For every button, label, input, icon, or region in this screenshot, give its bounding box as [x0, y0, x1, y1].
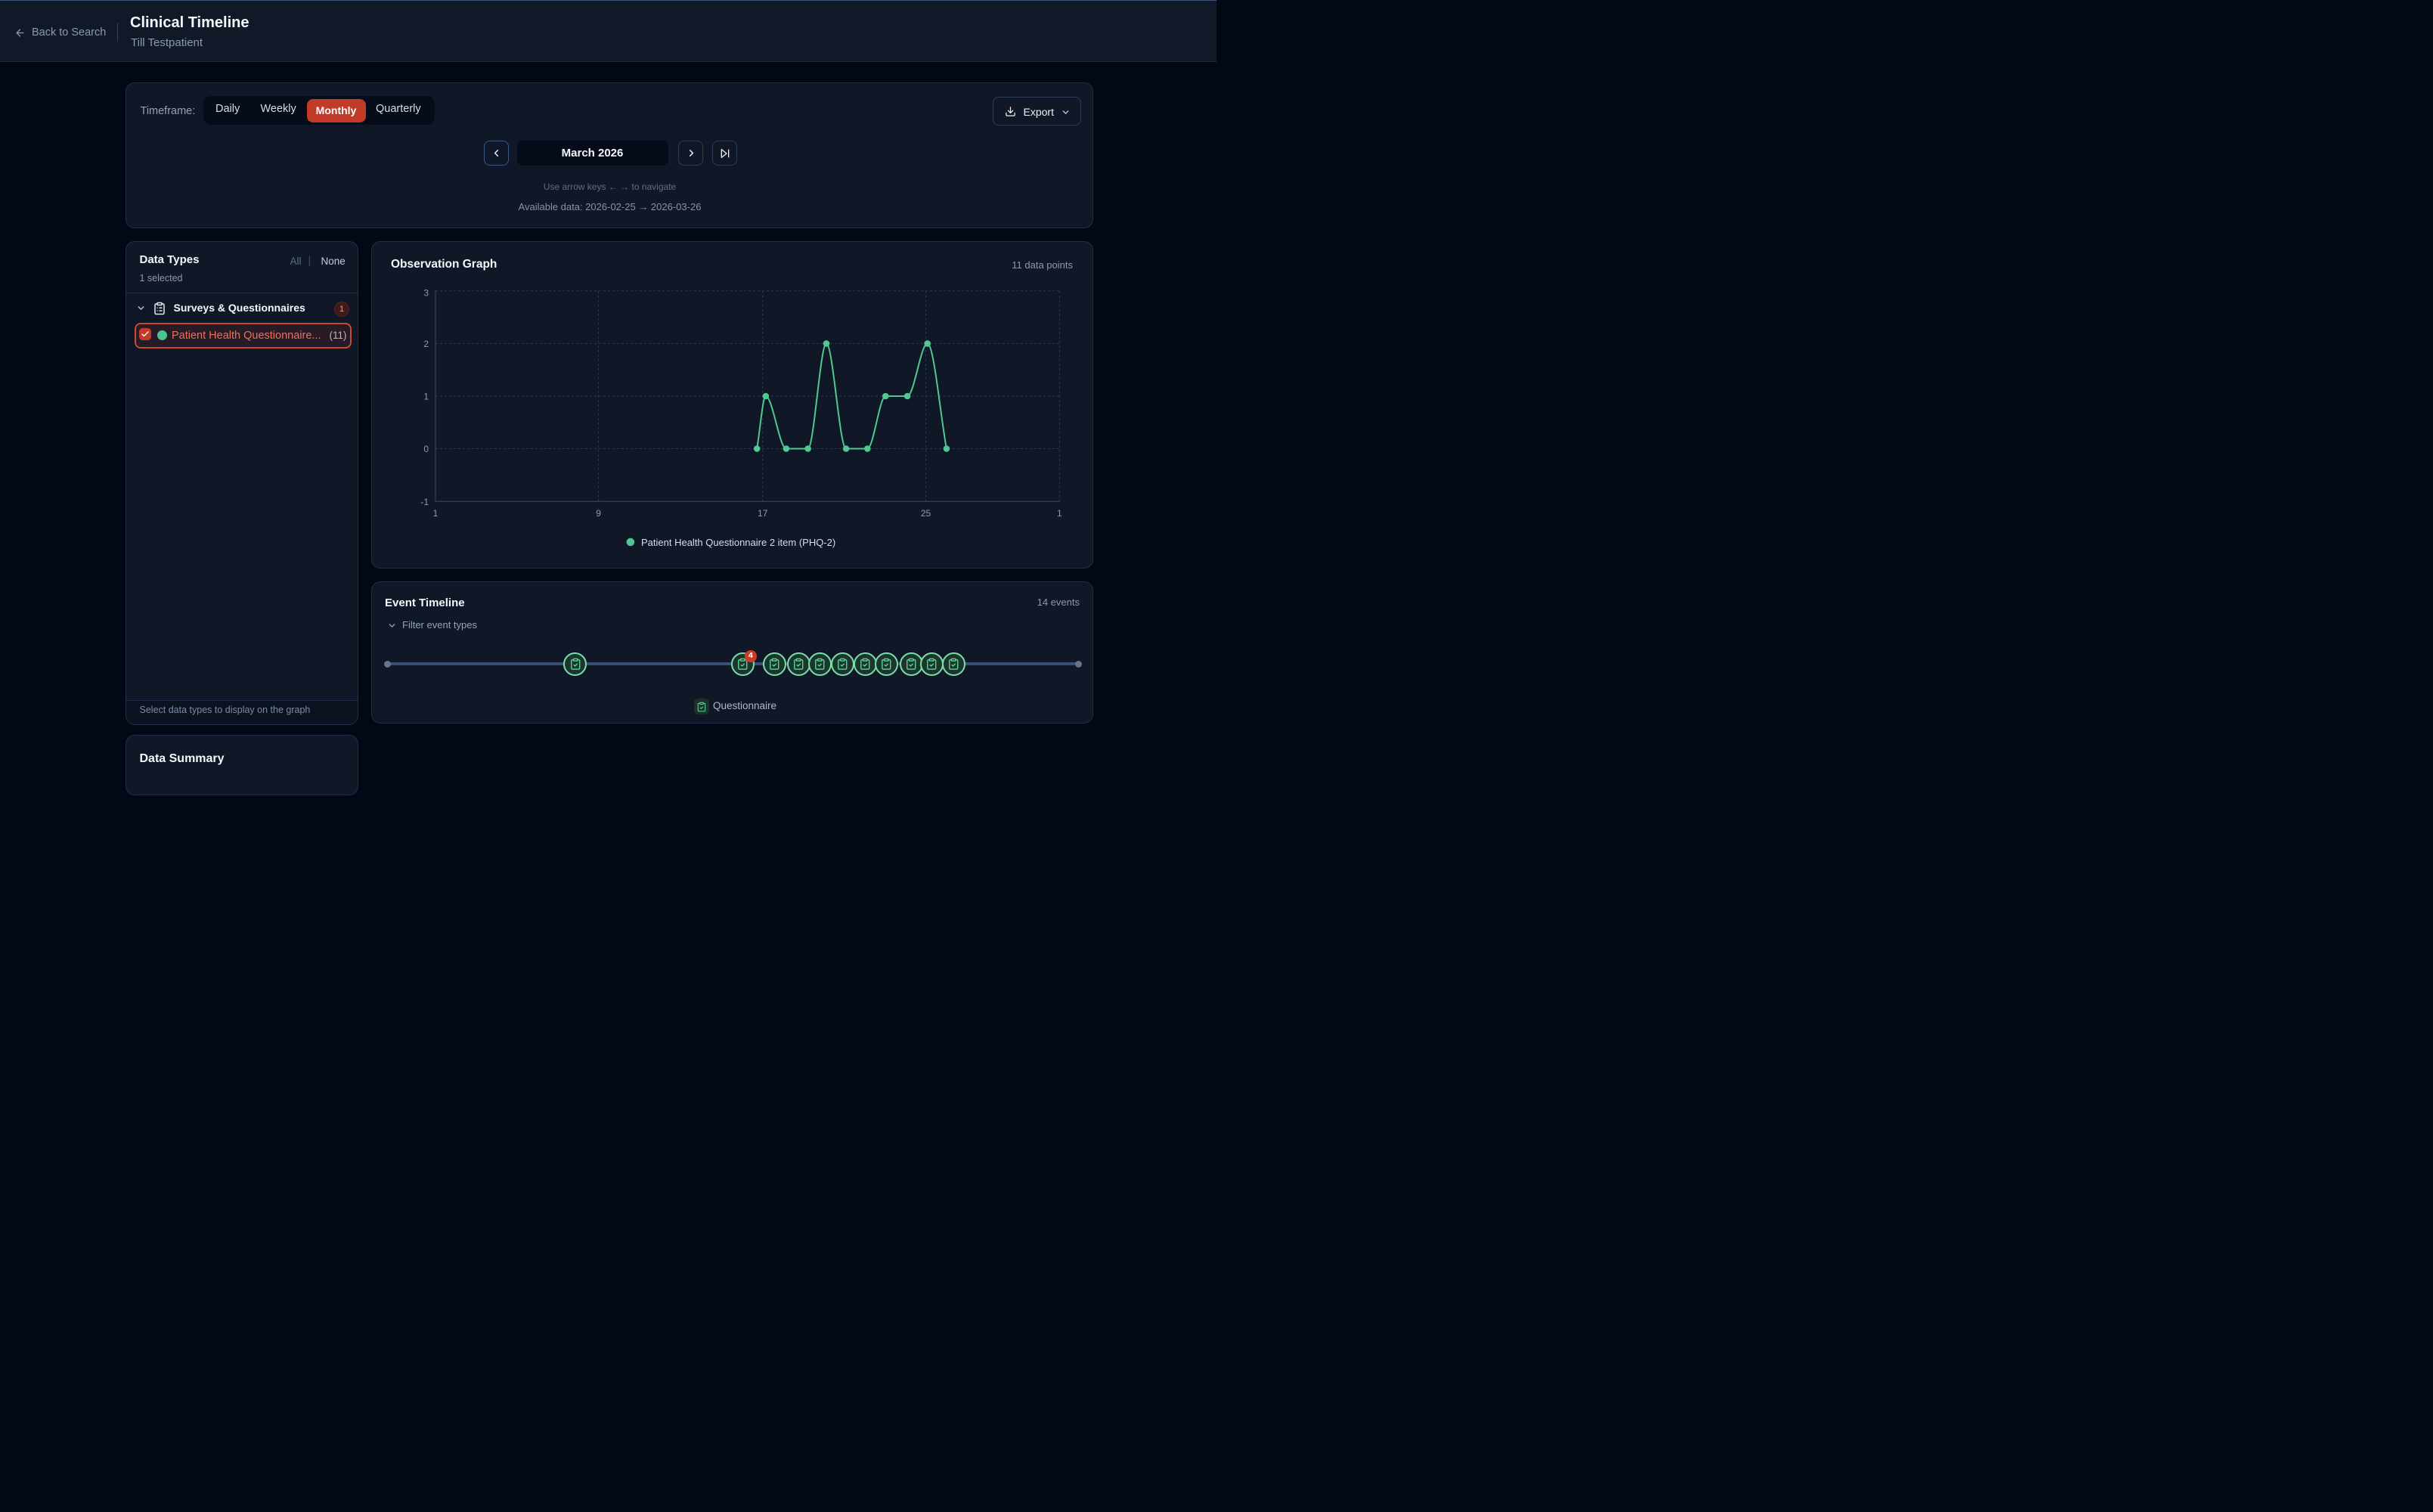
svg-text:9: 9 [596, 508, 601, 519]
svg-text:17: 17 [758, 508, 768, 519]
svg-text:3: 3 [423, 288, 429, 299]
svg-text:2: 2 [423, 339, 429, 349]
svg-text:0: 0 [423, 444, 429, 454]
svg-text:1: 1 [1057, 508, 1062, 519]
svg-text:-1: -1 [420, 497, 429, 507]
svg-text:25: 25 [921, 508, 931, 519]
svg-text:1: 1 [433, 508, 439, 519]
svg-text:1: 1 [423, 392, 429, 402]
